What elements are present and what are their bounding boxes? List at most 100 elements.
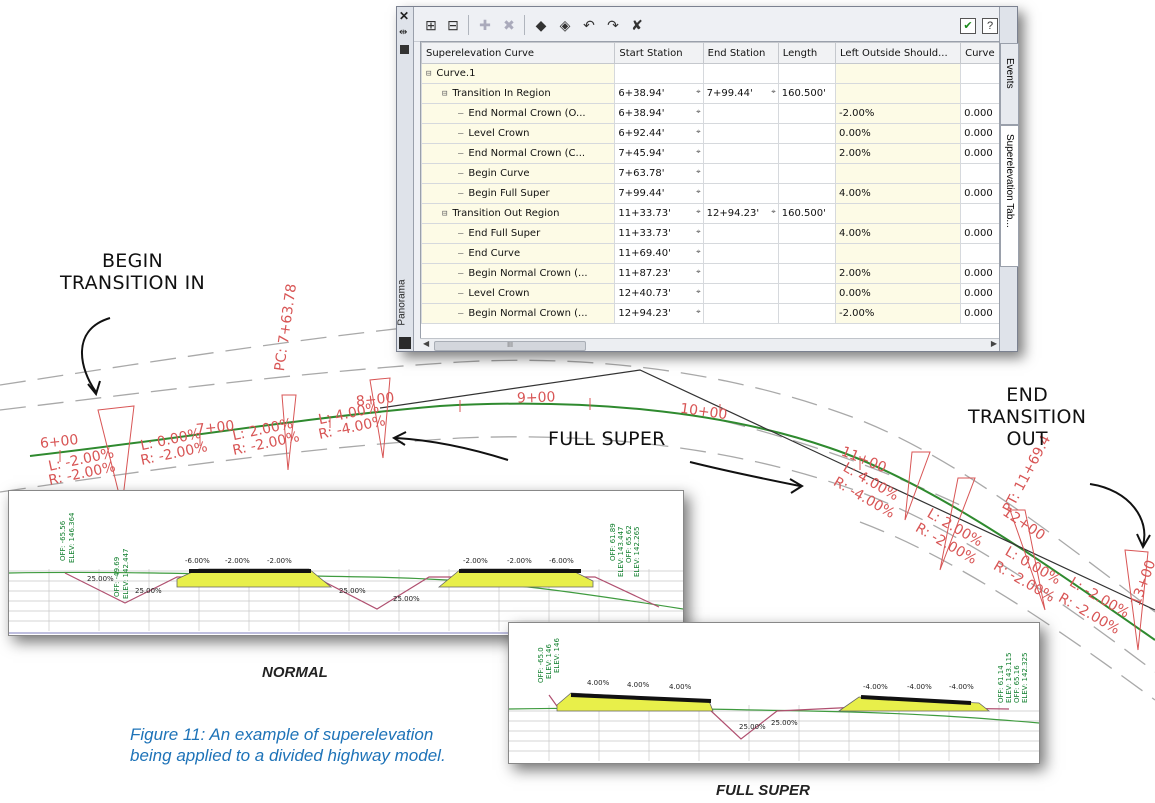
close-icon[interactable]: ✕ xyxy=(399,9,409,23)
start-station-cell[interactable]: 7+99.44' ⌖ xyxy=(614,183,704,204)
curve-cell[interactable]: 0.000 xyxy=(960,123,1001,144)
table-row[interactable]: — Level Crown 12+40.73' ⌖ 0.00% 0.000 xyxy=(421,283,1001,304)
start-station-cell[interactable]: 11+33.73' ⌖ xyxy=(614,223,704,244)
table-row[interactable]: — Begin Normal Crown (... 11+87.23' ⌖ 2.00% 0… xyxy=(421,263,1001,284)
end-station-cell[interactable] xyxy=(702,63,779,84)
scroll-thumb[interactable]: III xyxy=(434,341,586,351)
end-station-cell[interactable] xyxy=(702,103,779,124)
length-cell[interactable] xyxy=(777,103,837,124)
curve-cell[interactable] xyxy=(960,203,1001,224)
table-row[interactable]: — Begin Curve 7+63.78' ⌖ xyxy=(421,163,1001,184)
pick-station-icon[interactable]: ⌖ xyxy=(696,187,701,197)
curve-cell[interactable]: 0.000 xyxy=(960,143,1001,164)
superelevation-editor-icon[interactable]: ◈ xyxy=(556,16,574,34)
table-row[interactable]: ⊟ Transition Out Region 11+33.73' ⌖ 12+94.23… xyxy=(421,203,1001,224)
pick-station-icon[interactable]: ⌖ xyxy=(696,147,701,157)
length-cell[interactable] xyxy=(777,223,837,244)
pick-station-icon[interactable]: ⌖ xyxy=(771,87,776,97)
left-outside-shoulder-cell[interactable] xyxy=(835,83,962,104)
pick-station-icon[interactable]: ⌖ xyxy=(696,87,701,97)
auto-hide-icon[interactable]: ⇹ xyxy=(399,27,407,38)
start-station-cell[interactable]: 7+63.78' ⌖ xyxy=(614,163,704,184)
horizontal-scrollbar[interactable]: ◀ III ▶ xyxy=(420,338,1000,351)
start-station-cell[interactable]: 11+33.73' ⌖ xyxy=(614,203,704,224)
end-station-cell[interactable] xyxy=(702,143,779,164)
pick-station-icon[interactable]: ⌖ xyxy=(696,227,701,237)
column-header[interactable]: Curve xyxy=(960,42,1001,64)
curve-cell[interactable] xyxy=(960,163,1001,184)
curve-cell[interactable]: 0.000 xyxy=(960,183,1001,204)
curve-cell[interactable]: 0.000 xyxy=(960,283,1001,304)
end-station-cell[interactable] xyxy=(702,163,779,184)
start-station-cell[interactable]: 11+69.40' ⌖ xyxy=(614,243,704,264)
table-row[interactable]: — Begin Normal Crown (... 12+94.23' ⌖ -2.00%… xyxy=(421,303,1001,324)
pick-station-icon[interactable]: ⌖ xyxy=(696,307,701,317)
start-station-cell[interactable]: 6+38.94' ⌖ xyxy=(614,103,704,124)
row-name-cell[interactable]: — End Full Super xyxy=(421,223,616,244)
start-station-cell[interactable]: 6+38.94' ⌖ xyxy=(614,83,704,104)
scroll-right-icon[interactable]: ▶ xyxy=(991,339,997,348)
length-cell[interactable]: 160.500' xyxy=(777,203,837,224)
length-cell[interactable] xyxy=(777,283,837,304)
table-row[interactable]: — End Full Super 11+33.73' ⌖ 4.00% 0.000 xyxy=(421,223,1001,244)
row-name-cell[interactable]: — Begin Full Super xyxy=(421,183,616,204)
length-cell[interactable] xyxy=(777,303,837,324)
properties-icon[interactable] xyxy=(400,45,409,54)
length-cell[interactable] xyxy=(777,243,837,264)
left-outside-shoulder-cell[interactable] xyxy=(835,63,962,84)
row-name-cell[interactable]: ⊟ Transition In Region xyxy=(421,83,616,104)
left-outside-shoulder-cell[interactable] xyxy=(835,203,962,224)
panorama-menu-icon[interactable] xyxy=(399,337,411,349)
curve-cell[interactable]: 0.000 xyxy=(960,263,1001,284)
clear-icon[interactable]: ✘ xyxy=(628,16,646,34)
panorama-titlebar[interactable]: ✕ ⇹ Panorama xyxy=(397,7,414,351)
length-cell[interactable] xyxy=(777,183,837,204)
row-name-cell[interactable]: — Begin Curve xyxy=(421,163,616,184)
superelevation-view-icon[interactable]: ◆ xyxy=(532,16,550,34)
length-cell[interactable]: 160.500' xyxy=(777,83,837,104)
left-outside-shoulder-cell[interactable]: 2.00% xyxy=(835,263,962,284)
table-row[interactable]: — Begin Full Super 7+99.44' ⌖ 4.00% 0.000 xyxy=(421,183,1001,204)
table-row[interactable]: ⊟ Transition In Region 6+38.94' ⌖ 7+99.44' ⌖ 1… xyxy=(421,83,1001,104)
row-name-cell[interactable]: — Level Crown xyxy=(421,123,616,144)
scroll-left-icon[interactable]: ◀ xyxy=(423,339,429,348)
curve-cell[interactable]: 0.000 xyxy=(960,223,1001,244)
accept-checkbox-icon[interactable]: ✔ xyxy=(960,18,976,34)
left-outside-shoulder-cell[interactable]: 4.00% xyxy=(835,223,962,244)
pick-station-icon[interactable]: ⌖ xyxy=(696,127,701,137)
column-header[interactable]: Superelevation Curve xyxy=(421,42,616,64)
collapse-node-icon[interactable]: ⊟ xyxy=(442,89,447,99)
end-station-cell[interactable]: 7+99.44' ⌖ xyxy=(702,83,779,104)
start-station-cell[interactable]: 6+92.44' ⌖ xyxy=(614,123,704,144)
expand-all-icon[interactable]: ⊞ xyxy=(422,16,440,34)
length-cell[interactable] xyxy=(777,163,837,184)
row-name-cell[interactable]: — End Normal Crown (C... xyxy=(421,143,616,164)
column-header[interactable]: Length xyxy=(777,42,837,64)
table-row[interactable]: — End Normal Crown (C... 7+45.94' ⌖ 2.00% 0.0… xyxy=(421,143,1001,164)
pick-station-icon[interactable]: ⌖ xyxy=(696,287,701,297)
table-row[interactable]: ⊟ Curve.1 xyxy=(421,63,1001,84)
end-station-cell[interactable] xyxy=(702,303,779,324)
end-station-cell[interactable] xyxy=(702,283,779,304)
column-header[interactable]: Start Station xyxy=(614,42,704,64)
help-icon[interactable]: ? xyxy=(982,18,998,34)
start-station-cell[interactable]: 12+40.73' ⌖ xyxy=(614,283,704,304)
table-row[interactable]: — End Normal Crown (O... 6+38.94' ⌖ -2.00% 0.… xyxy=(421,103,1001,124)
tab-events[interactable]: Events xyxy=(1000,43,1019,125)
curve-cell[interactable]: 0.000 xyxy=(960,103,1001,124)
length-cell[interactable] xyxy=(777,143,837,164)
collapse-all-icon[interactable]: ⊟ xyxy=(444,16,462,34)
pick-station-icon[interactable]: ⌖ xyxy=(696,207,701,217)
start-station-cell[interactable]: 12+94.23' ⌖ xyxy=(614,303,704,324)
end-station-cell[interactable] xyxy=(702,243,779,264)
start-station-cell[interactable]: 7+45.94' ⌖ xyxy=(614,143,704,164)
delete-icon[interactable]: ✖ xyxy=(500,16,518,34)
left-outside-shoulder-cell[interactable]: 0.00% xyxy=(835,123,962,144)
end-station-cell[interactable] xyxy=(702,123,779,144)
table-row[interactable]: — Level Crown 6+92.44' ⌖ 0.00% 0.000 xyxy=(421,123,1001,144)
row-name-cell[interactable]: — End Curve xyxy=(421,243,616,264)
left-outside-shoulder-cell[interactable]: -2.00% xyxy=(835,103,962,124)
row-name-cell[interactable]: ⊟ Curve.1 xyxy=(421,63,616,84)
end-station-cell[interactable] xyxy=(702,223,779,244)
pick-station-icon[interactable]: ⌖ xyxy=(696,167,701,177)
